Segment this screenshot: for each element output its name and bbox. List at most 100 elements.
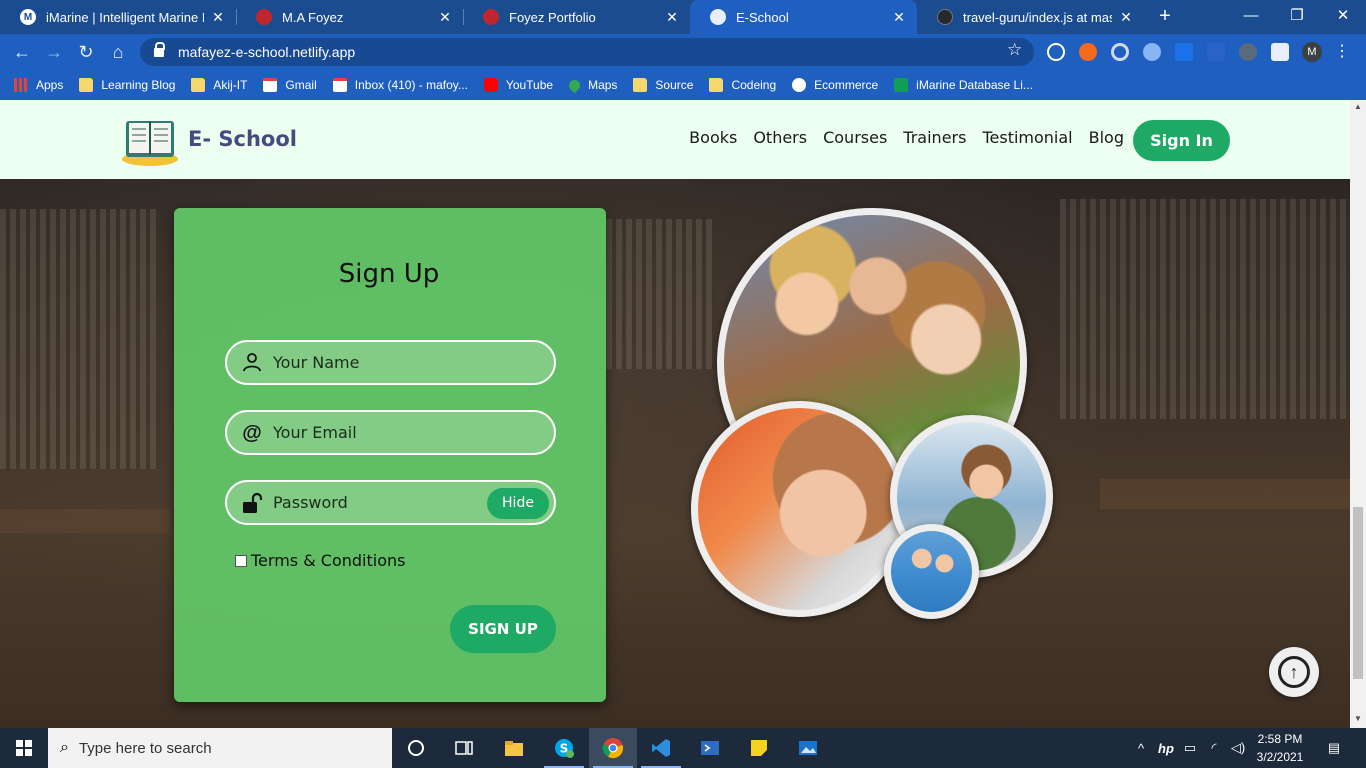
address-bar[interactable]: mafayez-e-school.netlify.app: [140, 38, 1034, 66]
menu-item-testimonial[interactable]: Testimonial: [982, 128, 1072, 147]
sign-in-button[interactable]: Sign In: [1133, 120, 1230, 161]
scroll-down-arrow-icon[interactable]: ▼: [1354, 714, 1362, 723]
bookmark-label: Ecommerce: [814, 78, 879, 92]
clock-date: 3/2/2021: [1256, 750, 1304, 764]
bookmark-codeing[interactable]: Codeing: [709, 78, 776, 92]
menu-item-courses[interactable]: Courses: [823, 128, 887, 147]
extension-bug-icon[interactable]: [1239, 43, 1257, 61]
foyez-favicon-icon: [483, 9, 499, 25]
signup-button[interactable]: SIGN UP: [450, 605, 556, 653]
close-icon[interactable]: ✕: [210, 9, 226, 26]
bookmark-inbox[interactable]: Inbox (410) - mafoy...: [332, 78, 468, 92]
open-book-logo-icon: [122, 121, 178, 166]
taskbar-powershell[interactable]: [686, 728, 734, 768]
hide-password-button[interactable]: Hide: [487, 488, 549, 519]
download-secondary-icon[interactable]: [1207, 43, 1225, 61]
forward-button[interactable]: →: [42, 40, 66, 64]
bookmark-label: Gmail: [285, 78, 317, 92]
minimize-button[interactable]: —: [1228, 0, 1274, 30]
bookmark-star-icon[interactable]: ☆: [1007, 40, 1022, 60]
scroll-up-arrow-icon[interactable]: ▲: [1354, 102, 1362, 111]
wifi-icon[interactable]: ◜: [1204, 728, 1224, 768]
apps-grid-icon: [14, 78, 28, 92]
battery-icon[interactable]: ▭: [1180, 728, 1200, 768]
home-button[interactable]: ⌂: [106, 40, 130, 64]
extensions-puzzle-icon[interactable]: [1271, 43, 1289, 61]
page-scrollbar[interactable]: ▲ ▼: [1350, 100, 1366, 728]
react-devtools-icon[interactable]: [1047, 43, 1065, 61]
taskbar-vscode[interactable]: [637, 728, 685, 768]
taskbar-chrome[interactable]: [589, 728, 637, 768]
tab-ma-foyez[interactable]: M.A Foyez ✕: [236, 0, 463, 34]
bookmark-youtube[interactable]: YouTube: [483, 78, 553, 92]
terms-checkbox[interactable]: [235, 554, 247, 567]
brand-name[interactable]: E- School: [188, 127, 297, 151]
taskbar-search-placeholder: Type here to search: [78, 739, 212, 757]
bookmark-learning-blog[interactable]: Learning Blog: [79, 78, 175, 92]
new-tab-button[interactable]: +: [1155, 6, 1175, 26]
clock[interactable]: 2:58 PM 3/2/2021: [1252, 730, 1308, 766]
bookmark-imarine-database[interactable]: iMarine Database Li...: [894, 78, 1033, 92]
close-icon[interactable]: ✕: [664, 9, 680, 26]
menu-item-books[interactable]: Books: [689, 128, 737, 147]
tab-imarine[interactable]: M iMarine | Intelligent Marine Ma ✕: [0, 0, 236, 34]
bookshelf-backdrop: [606, 219, 716, 369]
taskbar-file-explorer[interactable]: [490, 728, 538, 768]
bookmark-label: iMarine Database Li...: [916, 78, 1033, 92]
close-icon[interactable]: ✕: [891, 9, 907, 26]
cortana-button[interactable]: [392, 728, 440, 768]
imarine-favicon-icon: M: [20, 9, 36, 25]
extension-blue-icon[interactable]: [1143, 43, 1161, 61]
menu-kebab-icon[interactable]: ⋮: [1334, 42, 1350, 62]
taskbar-photos[interactable]: [784, 728, 832, 768]
name-field[interactable]: Your Name: [225, 340, 556, 385]
menu-item-trainers[interactable]: Trainers: [903, 128, 966, 147]
close-icon[interactable]: ✕: [437, 9, 453, 26]
task-view-button[interactable]: [440, 728, 488, 768]
hp-icon[interactable]: hp: [1155, 728, 1177, 768]
bookmark-source[interactable]: Source: [633, 78, 693, 92]
signup-card: Sign Up Your Name @ Your Email Password …: [174, 208, 606, 702]
folder-icon: [633, 78, 648, 92]
bookshelf-backdrop: [0, 209, 160, 469]
menu-item-others[interactable]: Others: [753, 128, 807, 147]
bookmark-apps[interactable]: Apps: [14, 78, 63, 92]
bookmark-label: Maps: [588, 78, 618, 92]
table-backdrop: [0, 509, 170, 533]
tab-e-school[interactable]: E-School ✕: [690, 0, 917, 34]
tab-title: M.A Foyez: [282, 9, 344, 25]
arrow-up-icon: ↑: [1278, 656, 1310, 688]
profile-avatar[interactable]: M: [1302, 42, 1322, 62]
restore-button[interactable]: ❐: [1274, 0, 1320, 30]
close-window-button[interactable]: ✕: [1320, 0, 1366, 30]
back-button[interactable]: ←: [10, 40, 34, 64]
taskbar-search[interactable]: ⌕ Type here to search: [48, 728, 392, 768]
notifications-icon[interactable]: ▤: [1322, 728, 1346, 768]
taskbar-skype[interactable]: S: [540, 728, 588, 768]
bookmark-ecommerce[interactable]: Ecommerce: [792, 78, 878, 92]
scrollbar-thumb[interactable]: [1353, 507, 1363, 679]
download-icon[interactable]: [1175, 43, 1193, 61]
taskbar-sticky-notes[interactable]: [735, 728, 783, 768]
at-sign-icon: @: [242, 421, 262, 444]
bookmark-gmail[interactable]: Gmail: [263, 78, 317, 92]
volume-icon[interactable]: ◁): [1228, 728, 1248, 768]
email-field[interactable]: @ Your Email: [225, 410, 556, 455]
scroll-to-top-button[interactable]: ↑: [1269, 647, 1319, 697]
password-field[interactable]: Password Hide: [225, 480, 556, 525]
lock-icon: [154, 41, 165, 57]
bookmark-maps[interactable]: Maps: [566, 77, 618, 93]
show-hidden-icons-chevron-icon[interactable]: ^: [1132, 728, 1150, 768]
maps-pin-icon: [566, 77, 583, 93]
tab-travel-guru[interactable]: travel-guru/index.js at master ✕: [917, 0, 1144, 34]
bookmark-akij-it[interactable]: Akij-IT: [191, 78, 247, 92]
reload-button[interactable]: ↻: [74, 40, 98, 64]
close-icon[interactable]: ✕: [1118, 9, 1134, 26]
menu-item-blog[interactable]: Blog: [1089, 128, 1124, 147]
github-icon: [937, 9, 953, 25]
extension-orange-icon[interactable]: [1079, 43, 1097, 61]
terms-label[interactable]: Terms & Conditions: [251, 551, 405, 570]
tab-foyez-portfolio[interactable]: Foyez Portfolio ✕: [463, 0, 690, 34]
start-button[interactable]: [0, 728, 48, 768]
extension-target-icon[interactable]: [1111, 43, 1129, 61]
